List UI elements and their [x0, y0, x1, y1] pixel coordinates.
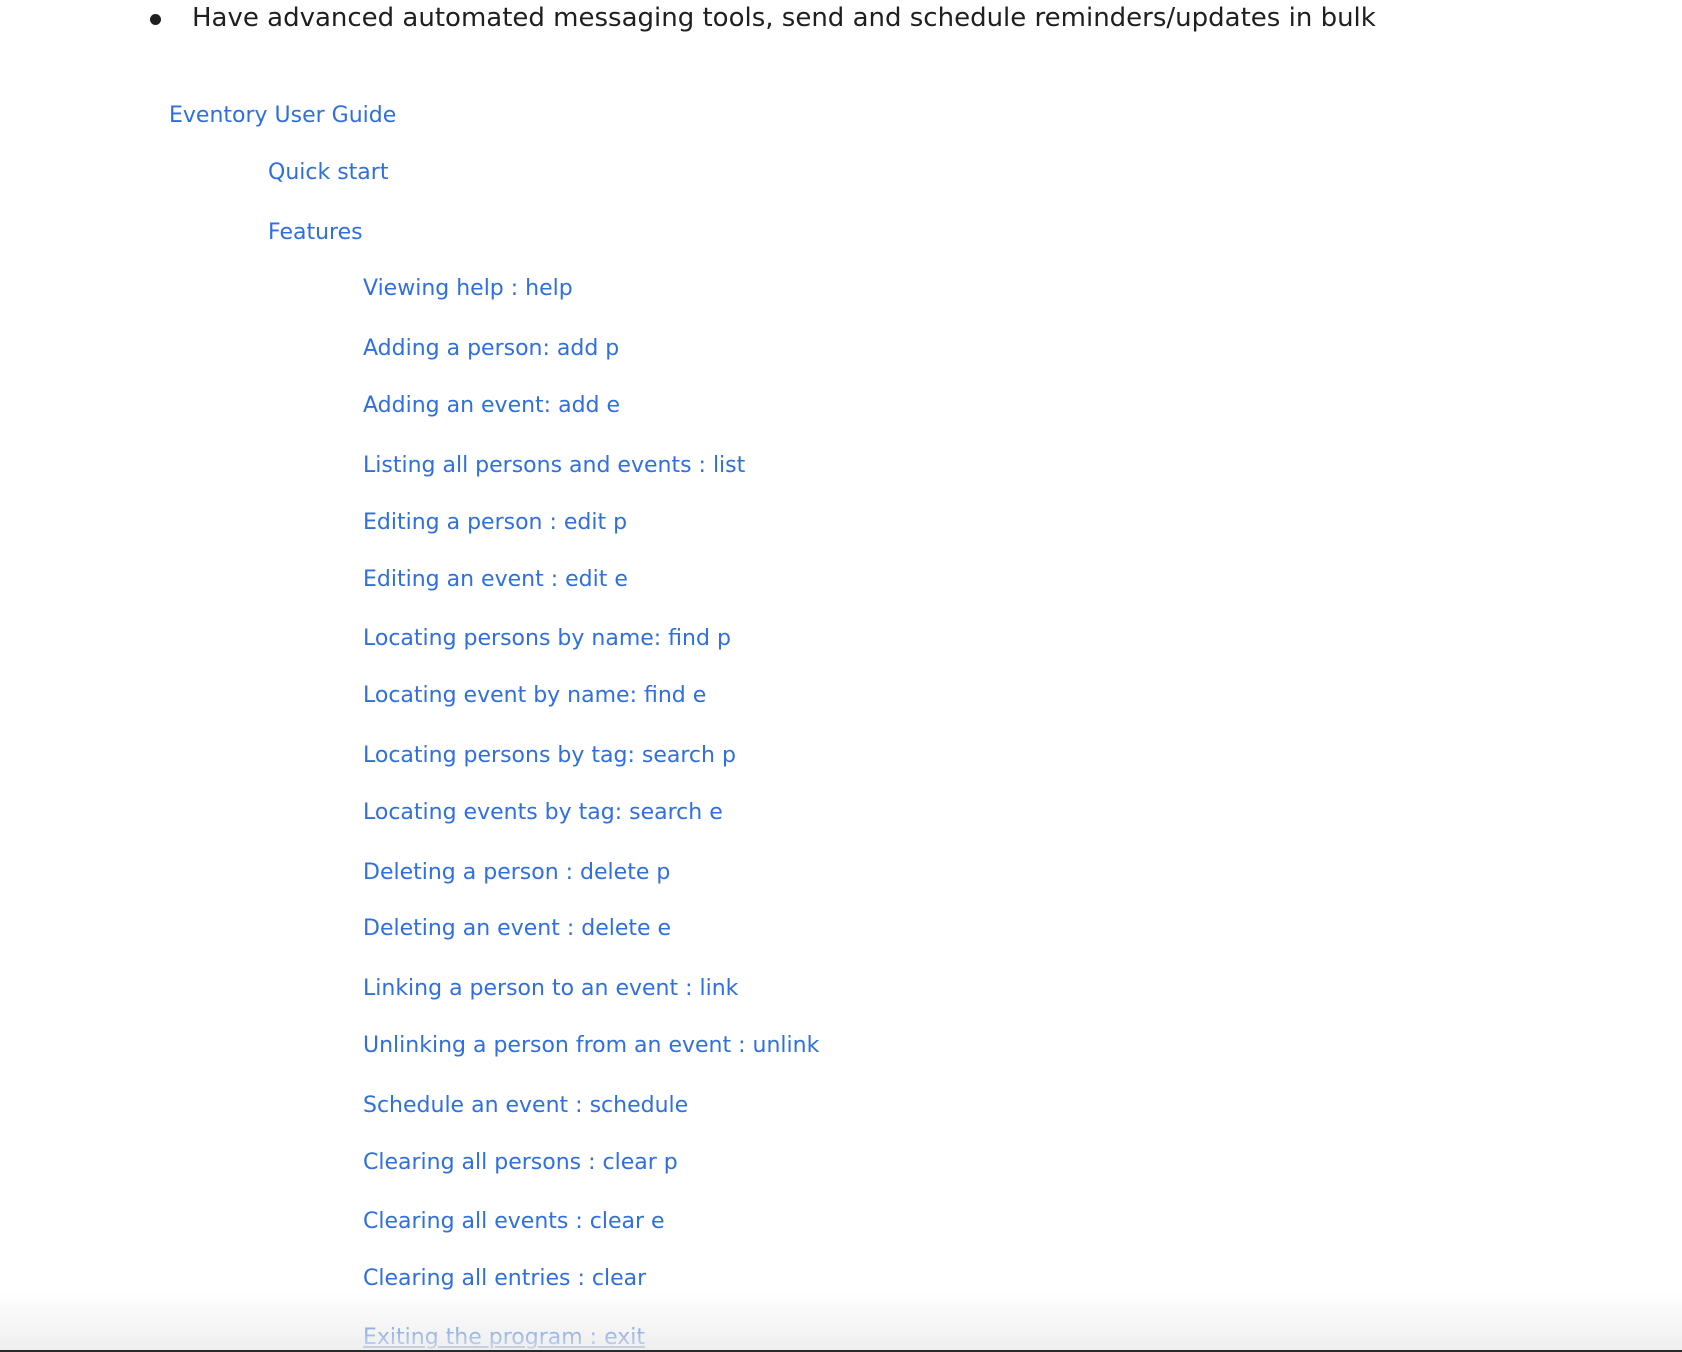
toc-link-add-person[interactable]: Adding a person: add p — [363, 334, 619, 364]
toc-link-quick-start[interactable]: Quick start — [268, 158, 388, 188]
toc-link-viewing-help[interactable]: Viewing help : help — [363, 274, 573, 304]
toc-link-add-event[interactable]: Adding an event: add e — [363, 391, 620, 421]
toc-link-exit[interactable]: Exiting the program : exit — [363, 1323, 645, 1352]
toc-link-clear-all[interactable]: Clearing all entries : clear — [363, 1264, 646, 1294]
toc-link-find-event[interactable]: Locating event by name: find e — [363, 681, 706, 711]
toc-link-edit-event[interactable]: Editing an event : edit e — [363, 565, 628, 595]
toc-link-schedule[interactable]: Schedule an event : schedule — [363, 1091, 688, 1121]
toc-link-delete-event[interactable]: Deleting an event : delete e — [363, 914, 671, 944]
toc-link-delete-person[interactable]: Deleting a person : delete p — [363, 858, 670, 888]
toc-link-clear-events[interactable]: Clearing all events : clear e — [363, 1207, 665, 1237]
toc-link-link[interactable]: Linking a person to an event : link — [363, 974, 738, 1004]
toc-link-search-event[interactable]: Locating events by tag: search e — [363, 798, 723, 828]
table-of-contents: Eventory User Guide Quick start Features… — [0, 0, 1682, 1352]
toc-link-clear-persons[interactable]: Clearing all persons : clear p — [363, 1148, 678, 1178]
toc-link-list[interactable]: Listing all persons and events : list — [363, 451, 745, 481]
toc-link-unlink[interactable]: Unlinking a person from an event : unlin… — [363, 1031, 819, 1061]
document-page: Have advanced automated messaging tools,… — [0, 0, 1682, 1352]
toc-link-edit-person[interactable]: Editing a person : edit p — [363, 508, 627, 538]
toc-link-search-person[interactable]: Locating persons by tag: search p — [363, 741, 736, 771]
toc-link-user-guide[interactable]: Eventory User Guide — [169, 101, 396, 131]
toc-link-features[interactable]: Features — [268, 218, 363, 248]
toc-link-find-person[interactable]: Locating persons by name: find p — [363, 624, 731, 654]
